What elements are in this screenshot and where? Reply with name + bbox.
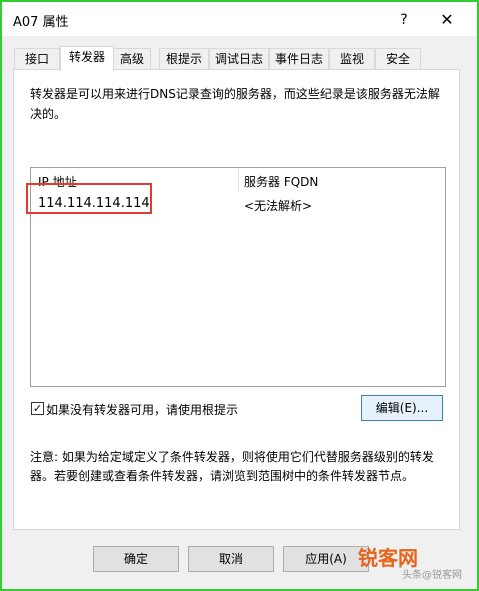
tab-forwarders[interactable]: 转发器 [60,46,114,71]
use-root-hints-checkbox[interactable]: ✓ [31,402,44,415]
watermark-caption: 头条@锐客网 [402,570,462,581]
tab-root-hints[interactable]: 根提示 [159,48,209,70]
column-server-fqdn[interactable]: 服务器 FQDN [244,173,318,190]
window-title: A07 属性 [13,15,69,30]
help-button[interactable]: ? [392,9,416,31]
column-divider [238,168,239,192]
tab-debug-log[interactable]: 调试日志 [209,48,269,70]
tab-monitoring[interactable]: 监视 [329,48,375,70]
row-server-fqdn: <无法解析> [244,199,313,213]
conditional-forwarder-note: 注意: 如果为给定域定义了条件转发器，则将使用它们代替服务器级别的转发器。若要创… [30,450,434,483]
forwarders-description: 转发器是可以用来进行DNS记录查询的服务器，而这些纪录是该服务器无法解决的。 [30,87,440,121]
cancel-button[interactable]: 取消 [188,546,274,572]
highlight-annotation [26,183,152,214]
apply-button[interactable]: 应用(A) [283,546,369,572]
tab-event-log[interactable]: 事件日志 [269,48,329,70]
tab-interfaces[interactable]: 接口 [14,48,60,70]
edit-button[interactable]: 编辑(E)... [361,395,443,421]
tab-security[interactable]: 安全 [375,48,421,70]
tab-advanced[interactable]: 高级 [113,48,151,70]
close-button[interactable]: ✕ [432,9,462,31]
ok-button[interactable]: 确定 [93,546,179,572]
title-bar: A07 属性 ? ✕ [2,2,477,36]
use-root-hints-label[interactable]: 如果没有转发器可用，请使用根提示 [46,401,238,418]
